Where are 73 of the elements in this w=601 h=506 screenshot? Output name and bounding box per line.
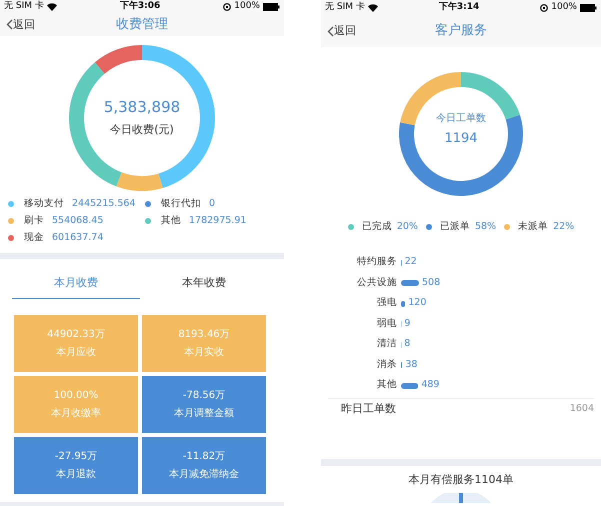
carrier-text: 无 SIM 卡 — [325, 0, 365, 14]
bar-label: 公共设施 — [356, 276, 397, 290]
partial-chart-drawing — [429, 493, 493, 504]
battery-text: 100% — [234, 0, 260, 13]
stat-value: -27.95万 — [54, 450, 98, 464]
bar-value: 508 — [422, 276, 440, 290]
page-title: 收费管理 — [116, 16, 168, 34]
legend-value: 0 — [209, 196, 216, 211]
section-title: 本月有偿服务1104单 — [408, 472, 514, 488]
bar — [401, 300, 406, 306]
clock-text: 下午3:06 — [120, 0, 160, 13]
legend-label: 刷卡 — [24, 214, 44, 228]
battery-icon — [580, 4, 597, 12]
stat-value: 44902.33万 — [47, 328, 105, 342]
carrier-text: 无 SIM 卡 — [4, 0, 44, 13]
bar-value: 9 — [404, 316, 410, 331]
bar-label: 其他 — [376, 378, 397, 392]
stat-label: 本月调整金额 — [174, 406, 234, 421]
clock-text: 下午3:14 — [438, 0, 480, 14]
legend-label: 已完成 — [362, 220, 392, 234]
stat-value: -78.56万 — [182, 388, 226, 403]
stat-value: 100.00% — [54, 388, 98, 403]
stat-label: 本月实收 — [184, 346, 224, 360]
legend-value: 58% — [474, 220, 496, 234]
bar-value: 38 — [405, 358, 418, 372]
tab[interactable]: 本月收费 — [12, 268, 140, 299]
bar — [401, 382, 418, 388]
stat-label: 本月退款 — [56, 468, 96, 482]
bar-label: 清洁 — [376, 337, 397, 352]
bar-label: 强电 — [376, 296, 397, 310]
stat-value: 8193.46万 — [178, 328, 230, 342]
bar-value: 8 — [404, 337, 410, 352]
bar-value: 120 — [408, 296, 426, 310]
bar — [401, 280, 419, 286]
tab[interactable]: 本年收费 — [140, 268, 268, 299]
summary-value: 1604 — [570, 402, 594, 416]
legend-value: 20% — [396, 220, 418, 234]
legend-value: 2445215.564 — [72, 196, 136, 211]
bar-label: 弱电 — [376, 316, 397, 331]
orders-label: 今日工单数 — [436, 112, 486, 126]
wifi-icon — [368, 4, 378, 12]
back-button[interactable]: 返回 — [327, 22, 356, 40]
total-amount: 5,383,898 — [104, 97, 180, 118]
legend-value: 554068.45 — [52, 214, 104, 228]
bar-label: 特约服务 — [356, 255, 397, 270]
battery-icon — [262, 2, 280, 11]
chevron-left-icon — [327, 26, 334, 36]
stat-value: -11.82万 — [182, 450, 226, 464]
back-button[interactable]: 返回 — [6, 16, 35, 34]
orders-count: 1194 — [444, 130, 478, 148]
chevron-left-icon — [6, 19, 13, 30]
rotation-lock-icon — [223, 2, 232, 11]
stat-label: 本月应收 — [56, 346, 96, 360]
legend-label: 未派单 — [518, 220, 548, 234]
stat-label: 本月减免滞纳金 — [169, 468, 239, 482]
legend-value: 601637.74 — [52, 230, 104, 245]
total-label: 今日收费(元) — [110, 122, 174, 138]
legend-value: 1782975.91 — [189, 214, 246, 228]
bar-value: 22 — [404, 255, 417, 270]
bar-value: 489 — [421, 378, 440, 392]
legend-label: 移动支付 — [24, 196, 64, 211]
legend-label: 已派单 — [440, 220, 470, 234]
legend-label: 其他 — [161, 214, 181, 228]
bar-label: 消杀 — [376, 358, 397, 372]
legend-label: 现金 — [24, 230, 44, 245]
summary-label: 昨日工单数 — [341, 401, 396, 417]
stat-label: 本月收缴率 — [51, 406, 101, 421]
legend-label: 银行代扣 — [161, 196, 201, 211]
battery-text: 100% — [551, 0, 577, 14]
legend-value: 22% — [553, 220, 574, 234]
rotation-lock-icon — [540, 4, 548, 12]
page-title: 客户服务 — [435, 22, 487, 40]
wifi-icon — [46, 2, 57, 11]
